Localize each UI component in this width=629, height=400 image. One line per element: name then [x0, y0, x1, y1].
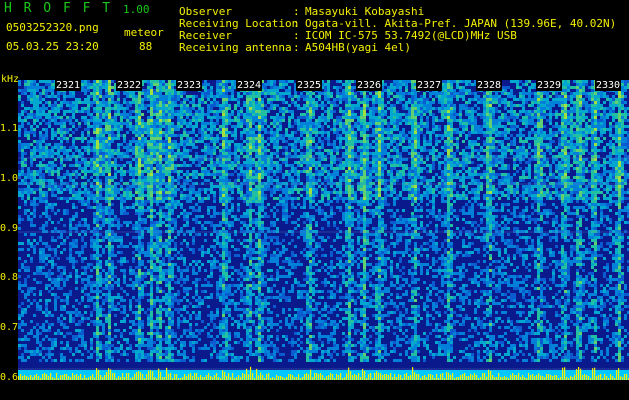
frequency-tick: 0.8: [0, 272, 19, 283]
meteor-label: meteor: [124, 26, 164, 39]
frequency-tick: 0.7: [0, 322, 19, 333]
info-value-antenna: A504HB(yagi 4el): [305, 41, 411, 54]
time-marker: 2329: [536, 80, 563, 91]
app-version: 1.00: [123, 3, 150, 16]
meteor-count: 88: [139, 40, 153, 53]
observation-datetime: 05.03.25 23:20: [6, 40, 99, 53]
frequency-tick: 1.0: [0, 173, 19, 184]
spectrogram: [18, 80, 629, 380]
time-marker: 2324: [236, 80, 263, 91]
app-title: H R O F F T: [4, 1, 113, 16]
time-marker: 2325: [296, 80, 323, 91]
image-filename: 0503252320.png: [6, 21, 99, 34]
spectrogram-canvas: [18, 80, 629, 380]
frequency-unit-label: kHz: [1, 74, 20, 85]
time-marker: 2322: [116, 80, 143, 91]
time-marker: 2321: [55, 80, 82, 91]
time-marker: 2326: [356, 80, 383, 91]
time-marker: 2327: [416, 80, 443, 91]
info-colon: :: [293, 41, 300, 54]
frequency-tick: 0.9: [0, 223, 19, 234]
time-marker: 2330: [595, 80, 622, 91]
time-marker: 2328: [476, 80, 503, 91]
info-label-antenna: Receiving antenna: [179, 41, 292, 54]
frequency-tick: 1.1: [0, 123, 19, 134]
frequency-tick: 0.6: [0, 372, 19, 383]
time-marker: 2323: [176, 80, 203, 91]
